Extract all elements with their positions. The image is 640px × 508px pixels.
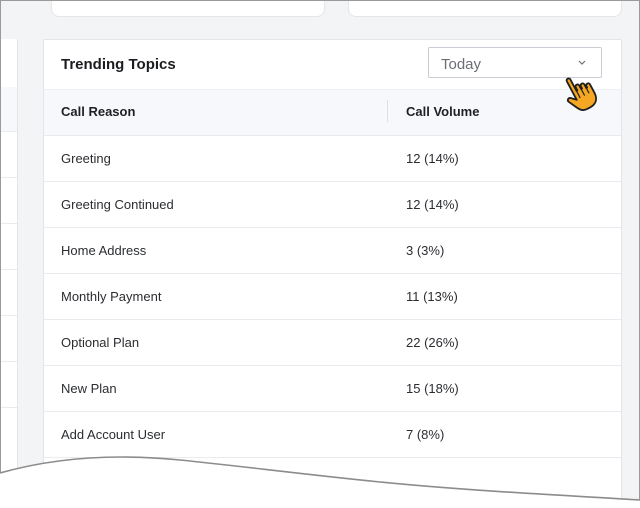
call-volume-cell: 12 (14%) (406, 197, 459, 212)
call-reason-cell: Add Account User (61, 427, 166, 442)
column-header-call-volume[interactable]: Call Volume (406, 104, 479, 119)
call-reason-cell: New Plan (61, 381, 117, 396)
call-volume-cell: 7 (8%) (406, 427, 445, 442)
adjacent-panel-divider (1, 223, 17, 224)
table-row[interactable]: Greeting 12 (14%) (44, 136, 621, 182)
call-reason-cell: Greeting Continued (61, 197, 174, 212)
torn-edge (0, 456, 640, 508)
call-volume-cell: 12 (14%) (406, 151, 459, 166)
call-reason-cell: Greeting (61, 151, 111, 166)
call-volume-cell: 11 (13%) (406, 289, 458, 304)
stat-card-top-right (348, 1, 622, 17)
table-row[interactable]: Monthly Payment 11 (13%) (44, 274, 621, 320)
table-row[interactable]: Home Address 3 (3%) (44, 228, 621, 274)
adjacent-panel-divider (1, 269, 17, 270)
period-select-value: Today (441, 56, 482, 73)
table-row[interactable]: Optional Plan 22 (26%) (44, 320, 621, 366)
adjacent-panel-divider (1, 407, 17, 408)
adjacent-panel-divider (1, 177, 17, 178)
adjacent-panel-divider (1, 315, 17, 316)
adjacent-panel-header (1, 87, 17, 132)
table-row[interactable]: New Plan 15 (18%) (44, 366, 621, 412)
call-reason-cell: Monthly Payment (61, 289, 162, 304)
stat-card-top-left (51, 1, 325, 17)
card-title: Trending Topics (61, 56, 176, 73)
chevron-down-icon (578, 60, 586, 65)
hand-pointer-icon (565, 77, 597, 111)
call-reason-cell: Optional Plan (61, 335, 140, 350)
card-header: Trending Topics Today (44, 40, 621, 89)
trending-topics-card: Trending Topics Today Call Reason Call V… (43, 39, 622, 507)
column-header-call-reason[interactable]: Call Reason (61, 104, 135, 119)
screenshot-frame: Trending Topics Today Call Reason Call V… (0, 0, 640, 508)
adjacent-panel-divider (1, 361, 17, 362)
call-volume-cell: 22 (26%) (406, 335, 459, 350)
call-volume-cell: 3 (3%) (406, 243, 445, 258)
column-divider (387, 100, 388, 122)
table-row[interactable]: Greeting Continued 12 (14%) (44, 182, 621, 228)
call-volume-cell: 15 (18%) (406, 381, 459, 396)
call-reason-cell: Home Address (61, 243, 147, 258)
adjacent-panel (1, 39, 18, 507)
table-header: Call Reason Call Volume (44, 89, 621, 136)
